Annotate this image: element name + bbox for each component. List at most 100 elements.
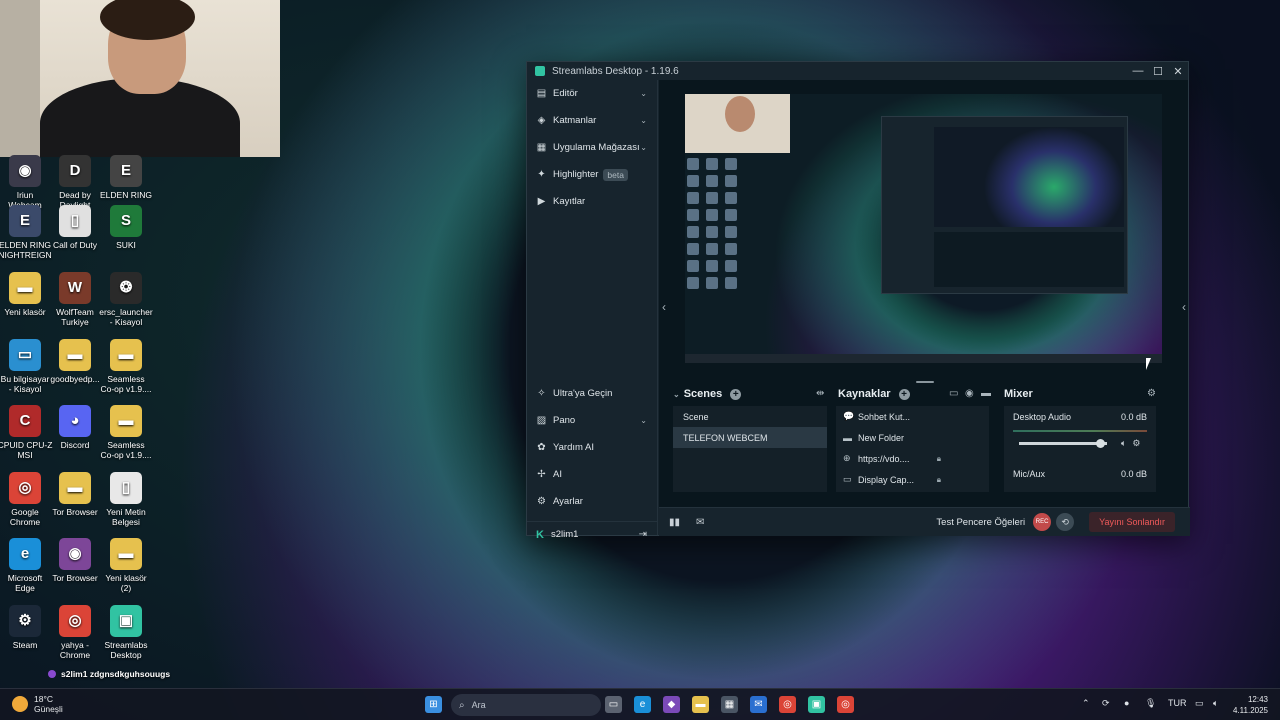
desktop-icon-label: SUKI	[116, 240, 136, 250]
source-item[interactable]: 💬 Sohbet Kut...	[836, 406, 989, 427]
beta-badge: beta	[603, 168, 628, 181]
search-icon: ⌕	[459, 699, 465, 711]
source-item[interactable]: ▬ New Folder	[836, 427, 989, 448]
sidebar-item[interactable]: ▶ Kayıtlar	[527, 188, 657, 215]
file-explorer-icon[interactable]: ▬	[692, 696, 709, 713]
source-type-icon: ▬	[843, 432, 852, 443]
minimize-button[interactable]: —	[1128, 65, 1148, 78]
mail-icon[interactable]: ✉	[750, 696, 767, 713]
chevron-down-icon[interactable]: ⌄	[640, 116, 647, 125]
tray-sync-icon[interactable]: ⟳	[1102, 698, 1110, 709]
replay-buffer-button[interactable]: ⟲	[1056, 513, 1075, 531]
streamlabs-window: Streamlabs Desktop - 1.19.6 — ☐ ✕ ▤ Editö…	[526, 61, 1190, 541]
source-group-icon[interactable]: ◉	[965, 388, 974, 399]
task-view-icon[interactable]: ▭	[605, 696, 622, 713]
language-indicator[interactable]: TUR	[1168, 698, 1187, 708]
streamlabs-taskbar-icon[interactable]: ▣	[808, 696, 825, 713]
channel-name: Desktop Audio	[1013, 412, 1072, 422]
clock[interactable]: 12:43 4.11.2025	[1233, 694, 1268, 716]
source-type-icon: 💬	[843, 411, 855, 421]
app-icon: E	[110, 155, 142, 187]
desktop-icon[interactable]: ▬ Seamless Co-op v1.9....	[96, 405, 156, 460]
weather-widget[interactable]: 18°C Güneşli	[12, 694, 63, 714]
sidebar-item[interactable]: ◈ Katmanlar ⌄	[527, 107, 657, 134]
desktop-icon[interactable]: ▬ Yeni klasör (2)	[96, 538, 156, 593]
window-titlebar[interactable]: Streamlabs Desktop - 1.19.6 — ☐ ✕	[527, 62, 1188, 80]
lock-icon[interactable]: 🔒︎	[937, 475, 941, 485]
stream-tag-dot	[48, 670, 56, 678]
sidebar-item[interactable]: ⚙ Ayarlar	[527, 488, 657, 515]
sidebar-item[interactable]: ✢ AI	[527, 461, 657, 488]
fader-track[interactable]	[1019, 439, 1107, 448]
settings-icon: ⚙	[537, 496, 546, 507]
end-stream-button[interactable]: Yayını Sonlandır	[1089, 512, 1175, 532]
sidebar-item[interactable]: ▤ Editör ⌄	[527, 80, 657, 107]
collapse-right-icon[interactable]: ‹	[1182, 300, 1186, 314]
volume-fader[interactable]: 🔈︎ ⚙	[1013, 438, 1147, 449]
desktop-icon-label: Streamlabs Desktop	[104, 640, 148, 660]
app-icon: ⚙	[9, 605, 41, 637]
scene-item[interactable]: Scene	[673, 406, 827, 427]
lock-icon[interactable]: 🔒︎	[937, 454, 941, 464]
chevron-down-icon[interactable]: ⌄	[640, 89, 647, 98]
add-scene-button[interactable]: +	[730, 388, 742, 400]
desktop-icon[interactable]: E ELDEN RING	[96, 155, 156, 200]
store-icon[interactable]: ▦	[721, 696, 738, 713]
chrome-icon[interactable]: ◎	[779, 696, 796, 713]
desktop-icon[interactable]: ❂ ersc_launcher - Kisayol	[96, 272, 156, 327]
source-item[interactable]: ⊕ https://vdo.... 🔒︎	[836, 448, 989, 469]
taskbar: 18°C Güneşli ⊞ ⌕ Ara ▭ e ◆ ▬ ▦ ✉ ◎ ▣ ◎ ⌃…	[0, 688, 1280, 720]
mixer-settings-icon[interactable]: ⚙	[1147, 388, 1156, 399]
tray-chevron-icon[interactable]: ⌃	[1082, 698, 1090, 709]
volume-icon[interactable]: 🔈︎	[1213, 698, 1218, 709]
start-button-icon[interactable]: ⊞	[425, 696, 442, 713]
scenes-header: ⌄ Scenes +	[673, 388, 742, 400]
date: 4.11.2025	[1233, 706, 1268, 715]
mouse-cursor-icon	[1146, 358, 1151, 370]
source-item[interactable]: ▭ Display Cap... 🔒︎	[836, 469, 989, 490]
sources-title: Kaynaklar	[838, 388, 891, 400]
record-button[interactable]: REC	[1033, 513, 1052, 531]
fader-knob[interactable]	[1095, 439, 1105, 448]
desktop-icon[interactable]: S SUKI	[96, 205, 156, 250]
stream-preview[interactable]	[685, 94, 1162, 363]
chevron-down-icon[interactable]: ⌄	[640, 416, 647, 425]
desktop-icon[interactable]: ▬ Seamless Co-op v1.9....	[96, 339, 156, 394]
chrome-profile-icon[interactable]: ◎	[837, 696, 854, 713]
chevron-down-icon[interactable]: ⌄	[640, 143, 647, 152]
pinned-app-icon[interactable]: ◆	[663, 696, 680, 713]
network-icon[interactable]: ▭	[1195, 698, 1204, 709]
sidebar-item[interactable]: ▦ Uygulama Mağazası ⌄	[527, 134, 657, 161]
speaker-icon[interactable]: 🔈︎	[1121, 438, 1126, 449]
desktop-icon[interactable]: ▣ Streamlabs Desktop	[96, 605, 156, 660]
sidebar-item[interactable]: ✦ Highlighter beta	[527, 161, 657, 188]
maximize-button[interactable]: ☐	[1148, 65, 1168, 78]
tray-app-icon[interactable]: ●	[1124, 698, 1129, 708]
search-placeholder: Ara	[471, 700, 486, 710]
sidebar-item[interactable]: ▨ Pano ⌄	[527, 407, 657, 434]
scenes-collapse-icon[interactable]: ⌄	[673, 390, 680, 399]
channel-level: 0.0 dB	[1120, 469, 1147, 479]
sidebar-item[interactable]: ✿ Yardım AI	[527, 434, 657, 461]
dashboard-icon: ▨	[536, 415, 547, 426]
stats-icon[interactable]: ▮▮	[669, 517, 680, 528]
microphone-icon[interactable]: 🎙︎	[1145, 698, 1156, 709]
close-button[interactable]: ✕	[1168, 65, 1188, 78]
logout-icon[interactable]: ⇥	[639, 529, 647, 540]
source-selection-icon[interactable]: ▭	[949, 388, 958, 399]
edge-icon[interactable]: e	[634, 696, 651, 713]
scene-item[interactable]: TELEFON WEBCEM	[673, 427, 827, 448]
test-widgets-button[interactable]: Test Pencere Öğeleri	[936, 517, 1025, 528]
add-source-button[interactable]: +	[898, 388, 910, 400]
scene-transition-icon[interactable]: ⇹	[816, 388, 824, 399]
source-folder-icon[interactable]: ▬	[981, 388, 991, 399]
sidebar-item-label: Editör	[553, 88, 578, 99]
taskbar-search[interactable]: ⌕ Ara	[451, 694, 601, 716]
channel-settings-icon[interactable]: ⚙	[1132, 438, 1140, 449]
desktop-icon[interactable]: ▯ Yeni Metin Belgesi	[96, 472, 156, 527]
sidebar-item[interactable]: ✧ Ultra'ya Geçin	[527, 380, 657, 407]
collapse-left-icon[interactable]: ‹	[662, 300, 666, 314]
user-row[interactable]: K s2lim1 ⇥	[527, 521, 657, 547]
notifications-icon[interactable]: ✉	[696, 517, 704, 528]
channel-level: 0.0 dB	[1120, 412, 1147, 422]
